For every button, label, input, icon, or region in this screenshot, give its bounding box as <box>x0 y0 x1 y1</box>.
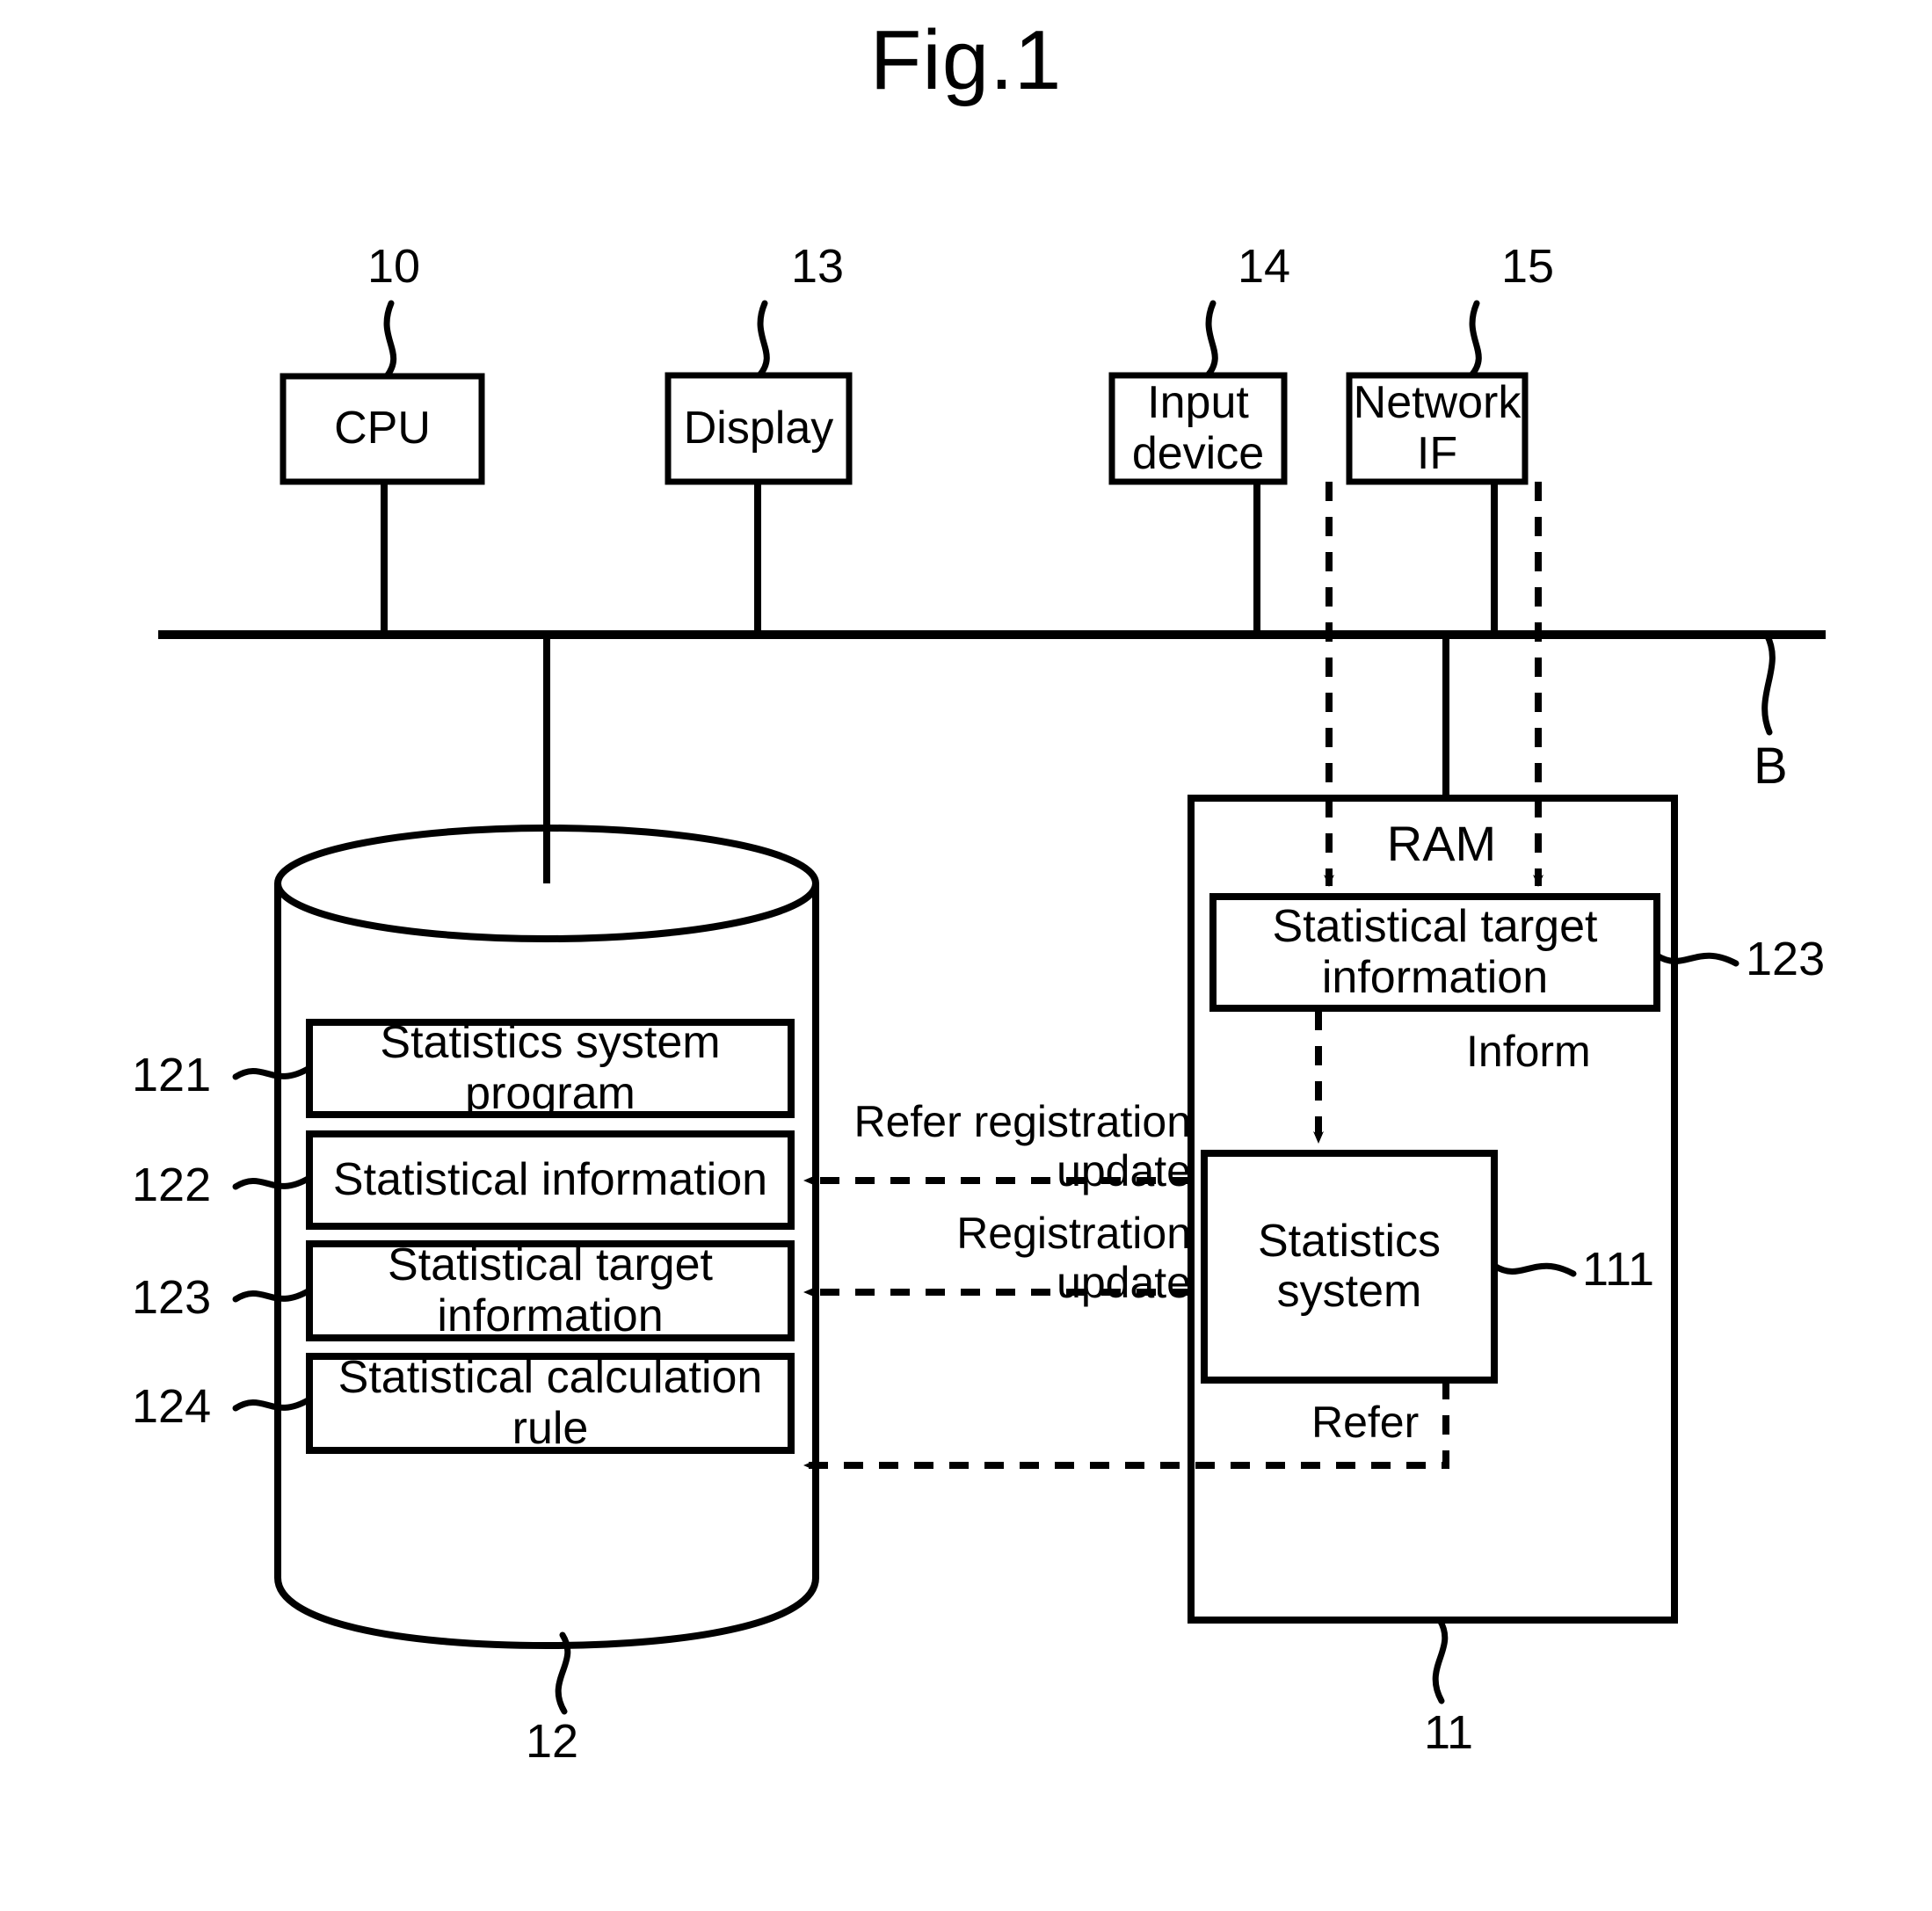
leader-b <box>1761 631 1776 736</box>
leader-123-ram <box>1653 952 1740 967</box>
storage-item-121-label: Statistics system program <box>380 1017 721 1119</box>
leader-10 <box>383 300 397 380</box>
ref-number-123-ram: 123 <box>1746 933 1826 985</box>
storage-item-122-label: Statistical information <box>332 1153 768 1205</box>
ref-number-15: 15 <box>1501 240 1555 293</box>
ref-number-124: 124 <box>132 1380 212 1433</box>
leader-121 <box>232 1064 313 1080</box>
ref-number-13: 13 <box>791 240 845 293</box>
leader-11 <box>1432 1617 1449 1704</box>
flow-label-refer-registration-update: Refer registration update <box>853 1097 1192 1195</box>
leader-13 <box>756 300 770 379</box>
ref-number-121: 121 <box>132 1049 212 1101</box>
leader-14 <box>1204 300 1218 379</box>
ref-number-14: 14 <box>1238 240 1291 293</box>
flow-label-refer: Refer <box>1311 1398 1420 1447</box>
leader-122 <box>232 1174 313 1190</box>
ram-target-info-label: Statistical target information <box>1272 901 1598 1003</box>
ref-number-123-storage: 123 <box>132 1271 212 1324</box>
ram-statistics-system-label: Statistics system <box>1257 1215 1442 1317</box>
cpu-box-label: CPU <box>334 403 431 454</box>
ref-number-10: 10 <box>367 240 421 293</box>
leader-15 <box>1468 300 1482 379</box>
leader-123-storage <box>232 1287 313 1303</box>
leader-111 <box>1491 1262 1577 1277</box>
input-device-box-label: Input device <box>1131 377 1265 479</box>
figure-root: Fig.1 10 13 14 15 CPU Display Input devi… <box>0 0 1932 1911</box>
storage-item-123-label: Statistical target information <box>388 1239 713 1341</box>
ref-number-12: 12 <box>526 1715 579 1768</box>
storage-item-124-label: Statistical calculation rule <box>338 1352 763 1454</box>
leader-124 <box>232 1396 313 1412</box>
ref-number-122: 122 <box>132 1159 212 1211</box>
ref-number-11: 11 <box>1424 1706 1474 1759</box>
flow-label-registration-update: Registration update <box>956 1209 1191 1307</box>
flow-label-inform: Inform <box>1466 1027 1591 1076</box>
bus-label: B <box>1754 738 1788 795</box>
display-box-label: Display <box>683 402 834 454</box>
ref-number-111: 111 <box>1582 1243 1655 1296</box>
ram-label: RAM <box>1386 816 1497 871</box>
network-if-box-label: Network IF <box>1353 377 1522 479</box>
